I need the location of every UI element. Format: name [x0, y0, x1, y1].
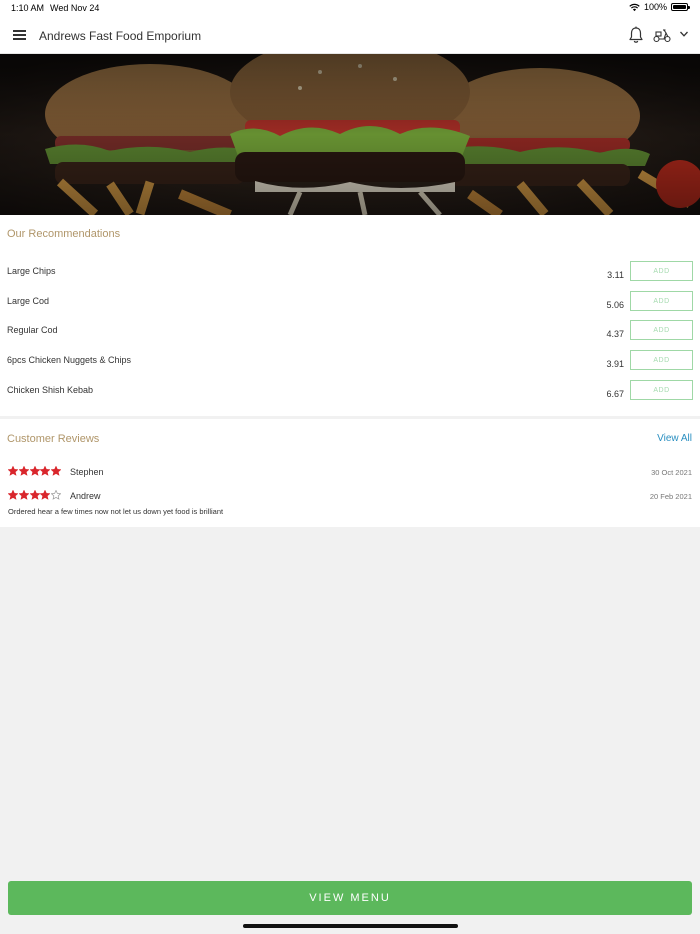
star-filled-icon — [18, 466, 29, 476]
scooter-icon[interactable] — [653, 27, 671, 43]
top-nav-bar: Andrews Fast Food Emporium — [0, 16, 700, 54]
item-name: Chicken Shish Kebab — [7, 385, 94, 395]
item-name: Large Chips — [7, 266, 56, 276]
recommendations-title: Our Recommendations — [7, 228, 121, 240]
burgers-and-fries-photo — [0, 54, 700, 215]
reviewer-name: Stephen — [70, 467, 104, 477]
reviewer-name: Andrew — [70, 491, 101, 501]
item-name: 6pcs Chicken Nuggets & Chips — [7, 355, 132, 365]
add-button[interactable]: ADD — [630, 261, 693, 281]
home-indicator — [243, 924, 458, 928]
add-button[interactable]: ADD — [630, 291, 693, 311]
recommendation-item: Large Chips 3.11 ADD — [0, 261, 700, 296]
star-rating — [8, 466, 62, 476]
star-filled-icon — [8, 466, 18, 476]
star-filled-icon — [51, 466, 62, 476]
review-item: Andrew 20 Feb 2021 — [0, 490, 700, 506]
review-comment: Ordered hear a few times now not let us … — [8, 507, 224, 516]
view-all-link[interactable]: View All — [657, 433, 692, 444]
review-date: 20 Feb 2021 — [649, 492, 692, 501]
item-price: 3.11 — [607, 270, 624, 280]
customer-reviews-section: Customer Reviews View All Stephen 30 Oct… — [0, 419, 700, 527]
add-button[interactable]: ADD — [630, 350, 693, 370]
status-time: 1:10 AM — [11, 3, 45, 13]
star-rating — [8, 490, 62, 500]
item-price: 3.91 — [606, 359, 624, 369]
star-filled-icon — [8, 490, 18, 500]
recommendation-item: 6pcs Chicken Nuggets & Chips 3.91 ADD — [0, 350, 700, 385]
star-empty-icon — [51, 490, 62, 500]
item-price: 6.67 — [606, 389, 624, 399]
item-price: 4.37 — [606, 329, 624, 339]
star-filled-icon — [29, 466, 40, 476]
hamburger-menu-icon[interactable] — [13, 30, 26, 40]
recommendation-item: Large Cod 5.06 ADD — [0, 291, 700, 326]
review-item: Stephen 30 Oct 2021 — [0, 466, 700, 482]
bell-icon[interactable] — [628, 26, 644, 44]
add-button[interactable]: ADD — [630, 380, 693, 400]
star-filled-icon — [29, 490, 40, 500]
recommendations-section: Our Recommendations Large Chips 3.11 ADD… — [0, 215, 700, 416]
battery-icon — [671, 3, 690, 11]
star-filled-icon — [40, 466, 51, 476]
reviews-title: Customer Reviews — [7, 433, 100, 445]
item-name: Large Cod — [7, 296, 50, 306]
recommendation-item: Chicken Shish Kebab 6.67 ADD — [0, 380, 700, 415]
status-date: Wed Nov 24 — [50, 3, 100, 13]
wifi-icon — [629, 3, 640, 11]
item-price: 5.06 — [606, 300, 624, 310]
review-date: 30 Oct 2021 — [651, 468, 692, 477]
add-button[interactable]: ADD — [630, 320, 693, 340]
view-menu-button[interactable]: VIEW MENU — [8, 881, 692, 915]
recommendation-item: Regular Cod 4.37 ADD — [0, 320, 700, 355]
star-filled-icon — [18, 490, 29, 500]
hero-image — [0, 54, 700, 215]
star-filled-icon — [40, 490, 51, 500]
status-indicators: 100% — [629, 2, 690, 12]
chevron-down-icon[interactable] — [679, 29, 689, 39]
battery-percent: 100% — [643, 2, 667, 12]
item-name: Regular Cod — [7, 325, 58, 335]
restaurant-title: Andrews Fast Food Emporium — [39, 29, 202, 43]
status-bar: 1:10 AM Wed Nov 24 100% — [0, 0, 700, 16]
